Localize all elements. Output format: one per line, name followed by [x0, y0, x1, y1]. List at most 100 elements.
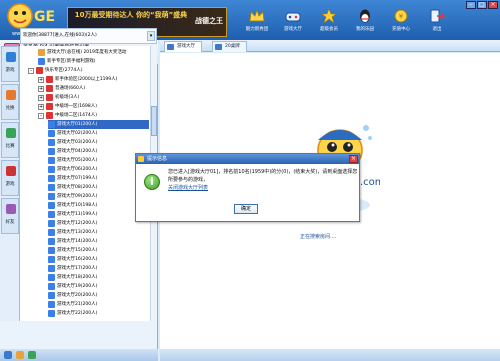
tree-row[interactable]: 游戏大厅11(199人): [48, 210, 149, 219]
side-tab-2[interactable]: 比赛: [1, 122, 19, 158]
side-tab-0[interactable]: 游戏: [1, 46, 19, 82]
dialog-title-bar[interactable]: 提示信息 ×: [136, 154, 359, 164]
tree-row[interactable]: 游戏大厅01(200人): [48, 120, 149, 129]
tree-row-label: 游戏大厅10(198人): [57, 203, 98, 208]
nav-item-5[interactable]: 退出: [420, 8, 454, 38]
tree-row[interactable]: 游戏大厅22(200人): [48, 309, 149, 318]
exit-icon: [430, 9, 445, 23]
message-icon[interactable]: [16, 351, 24, 359]
expand-icon[interactable]: +: [38, 76, 44, 83]
tree-row[interactable]: 游戏大厅07(199人): [48, 174, 149, 183]
tree-row[interactable]: + 初级场(3人): [38, 93, 149, 102]
minimize-icon[interactable]: –: [466, 1, 476, 9]
tree-row[interactable]: 游戏大厅17(200人): [48, 264, 149, 273]
nav-item-3[interactable]: 我的乐园: [348, 8, 382, 38]
expand-icon[interactable]: +: [38, 94, 44, 101]
side-tab-label: 比赛: [5, 144, 15, 149]
tree-row-label: 新手专区(新手福利游戏): [47, 59, 96, 64]
tree-row[interactable]: 游戏大厅04(200人): [48, 147, 149, 156]
ad-main-text: 10万最受期待达人 你的“我萌”盛典: [74, 11, 188, 19]
tree-row[interactable]: 游戏大厅19(200人): [48, 282, 149, 291]
tree-row-label: 快乐专区(2774人): [45, 68, 83, 73]
side-tab-1[interactable]: 兑换: [1, 84, 19, 120]
nav-item-2[interactable]: 超级会员: [312, 8, 346, 38]
tree-row[interactable]: 游戏大厅(总在线) 2019年度有大奖活动: [38, 48, 149, 57]
tree-row-label: 初级场(3人): [55, 95, 80, 100]
exchange-tab-icon: [6, 90, 16, 100]
music-icon[interactable]: [28, 351, 36, 359]
side-tab-3[interactable]: 游戏: [1, 160, 19, 196]
tree-row[interactable]: 游戏大厅09(200人): [48, 192, 149, 201]
tree-row-label: 新手体验区(2000以上1199人): [55, 77, 118, 82]
ok-button[interactable]: 确定: [234, 204, 258, 214]
maximize-icon[interactable]: □: [477, 1, 487, 9]
status-bar: [160, 349, 500, 361]
scroll-down-icon[interactable]: ▾: [147, 31, 155, 41]
tree-row[interactable]: 游戏大厅20(200人): [48, 291, 149, 300]
dialog-app-icon: [138, 156, 144, 162]
room-icon: [48, 211, 55, 218]
tree-row[interactable]: 游戏大厅13(200人): [48, 228, 149, 237]
close-icon[interactable]: ×: [488, 1, 498, 9]
tree-row[interactable]: 游戏大厅08(200人): [48, 183, 149, 192]
room-icon: [48, 184, 55, 191]
tree-row[interactable]: 游戏大厅05(200人): [48, 156, 149, 165]
tree-row-label: 游戏大厅08(200人): [57, 185, 98, 190]
tree-row[interactable]: - 快乐专区(2774人): [28, 66, 149, 75]
nav-item-0[interactable]: 魅力新秀团: [240, 8, 274, 38]
tab-lobby[interactable]: 游戏大厅: [164, 41, 202, 52]
tab-label: 20桌牌: [225, 44, 240, 49]
tree-row-label: 游戏大厅04(200人): [57, 149, 98, 154]
room-icon: [48, 193, 55, 200]
scrollbar-thumb[interactable]: [151, 106, 157, 136]
tab-icon: [215, 44, 222, 50]
tree-row[interactable]: 游戏大厅18(200人): [48, 273, 149, 282]
tree-row-label: 游戏大厅01(200人): [57, 122, 98, 127]
tree-row[interactable]: 游戏大厅16(200人): [48, 255, 149, 264]
tree-row[interactable]: 游戏大厅15(200人): [48, 246, 149, 255]
room-icon: [48, 139, 55, 146]
tree-row[interactable]: 游戏大厅06(200人): [48, 165, 149, 174]
nav-item-label: 魅力新秀团: [245, 27, 269, 32]
window-controls: – □ ×: [465, 1, 498, 9]
room-icon: [48, 292, 55, 299]
room-icon: [48, 256, 55, 263]
tree-row[interactable]: + 新手体验区(2000以上1199人): [38, 75, 149, 84]
expand-icon[interactable]: +: [38, 103, 44, 110]
vip-icon: [321, 8, 337, 24]
side-tab-label: 游戏: [5, 182, 15, 187]
tree-row[interactable]: 游戏大厅14(200人): [48, 237, 149, 246]
tab-tables[interactable]: 20桌牌: [212, 41, 247, 52]
tree-row[interactable]: 游戏大厅12(200人): [48, 219, 149, 228]
room-icon: [48, 274, 55, 281]
expand-icon[interactable]: +: [38, 85, 44, 92]
room-icon: [46, 76, 53, 83]
tree-row-label: 游戏大厅22(200人): [57, 311, 98, 316]
tree-row[interactable]: 游戏大厅10(198人): [48, 201, 149, 210]
side-tab-4[interactable]: 好友: [1, 198, 19, 234]
room-icon: [36, 67, 43, 74]
tree-row-label: 游戏大厅20(200人): [57, 293, 98, 298]
tab-icon: [167, 44, 174, 50]
tree-row[interactable]: 游戏大厅03(200人): [48, 138, 149, 147]
collapse-icon[interactable]: -: [38, 112, 44, 119]
tree-row[interactable]: - 中级场二区(1474人): [38, 111, 149, 120]
tree-row[interactable]: 游戏大厅02(200人): [48, 129, 149, 138]
tree-row-label: 游戏大厅03(200人): [57, 140, 98, 145]
tree-row[interactable]: + 普通场(660人): [38, 84, 149, 93]
collapse-icon[interactable]: -: [28, 67, 34, 74]
settings-icon[interactable]: [4, 351, 12, 359]
ad-side-text: 战德之王: [195, 17, 223, 25]
tree-row[interactable]: 游戏大厅21(200人): [48, 300, 149, 309]
nav-item-4[interactable]: ¥ 充值中心: [384, 8, 418, 38]
room-icon: [48, 220, 55, 227]
tree-row[interactable]: + 中级场一区(1698人): [38, 102, 149, 111]
dialog-close-button[interactable]: ×: [349, 155, 358, 163]
room-icon: [48, 130, 55, 137]
loading-status: 正在搜索房间....: [300, 234, 337, 240]
nav-item-1[interactable]: 游戏大厅: [276, 8, 310, 38]
dialog-link[interactable]: 关闭游戏大厅列表: [168, 185, 208, 191]
room-icon: [48, 301, 55, 308]
room-icon: [46, 112, 53, 119]
tree-row[interactable]: 新手专区(新手福利游戏): [38, 57, 149, 66]
